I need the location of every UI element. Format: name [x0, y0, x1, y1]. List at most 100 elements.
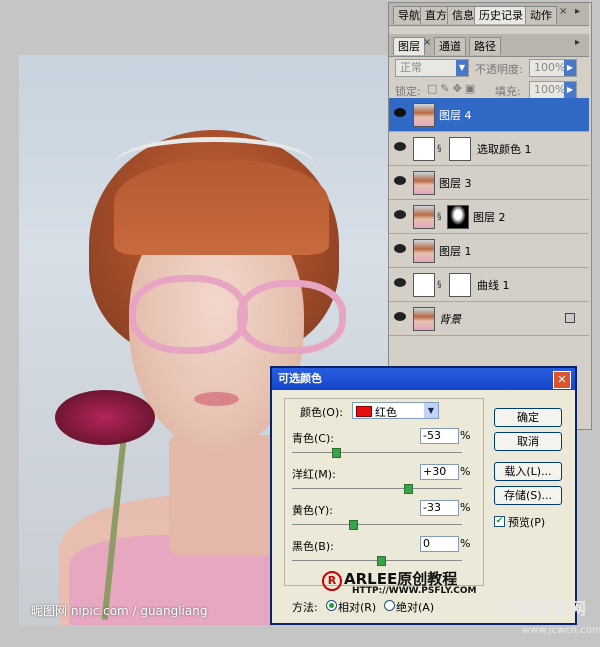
- layer-name: 图层 1: [439, 245, 472, 258]
- colors-dropdown[interactable]: 红色 ▼: [352, 402, 439, 419]
- cyan-slider-thumb[interactable]: [332, 448, 341, 458]
- tab-history[interactable]: 历史记录: [474, 6, 528, 24]
- photo-credit: 昵图网 nipic.com / guangliang: [31, 604, 208, 618]
- yellow-slider-thumb[interactable]: [349, 520, 358, 530]
- layer-thumbnail: [413, 239, 435, 263]
- ok-button[interactable]: 确定: [494, 408, 562, 427]
- magenta-slider-thumb[interactable]: [404, 484, 413, 494]
- red-swatch: [356, 406, 372, 417]
- layer-row-3[interactable]: 图层 3: [389, 166, 589, 200]
- layer-row-4[interactable]: 图层 4: [389, 98, 589, 132]
- layer-thumbnail: [413, 171, 435, 195]
- selective-color-dialog: 可选颜色 ✕ 颜色(O): 红色 ▼ 青色(C): -53 % 洋红(M): +…: [270, 366, 577, 625]
- photo-lips: [194, 392, 239, 406]
- magenta-label: 洋红(M):: [292, 468, 336, 481]
- close-icon[interactable]: ✕: [553, 371, 571, 389]
- history-tab-row: 导航 直方 信息 历史记录 动作 × ▸: [389, 3, 589, 26]
- layer-name: 选取颜色 1: [477, 143, 532, 156]
- magenta-input[interactable]: +30: [420, 464, 459, 480]
- eye-icon[interactable]: [394, 278, 406, 287]
- tab-paths[interactable]: 路径: [469, 37, 501, 55]
- tab-actions[interactable]: 动作: [525, 6, 557, 24]
- brand-url: HTTP://WWW.PSFLY.COM: [352, 586, 477, 596]
- layer-row-background[interactable]: 背景: [389, 302, 589, 336]
- absolute-label: 绝对(A): [396, 601, 435, 614]
- preview-checkbox[interactable]: ✔: [494, 516, 505, 527]
- dialog-title: 可选颜色: [272, 368, 575, 390]
- chain-link-icon: §: [437, 212, 442, 222]
- layer-thumbnail: [413, 205, 435, 229]
- preview-label: 预览(P): [508, 516, 546, 529]
- chevron-right-icon: ▶: [564, 82, 576, 98]
- layer-thumbnail: [413, 307, 435, 331]
- colors-value: 红色: [375, 406, 397, 419]
- site-watermark: 中国教程网: [498, 599, 589, 618]
- layers-tab-row: 图层 × 通道 路径 ▸: [389, 34, 589, 57]
- black-slider-thumb[interactable]: [377, 556, 386, 566]
- percent-label: %: [460, 501, 471, 514]
- blend-row: 正常 ▼ 不透明度: 100% ▶: [389, 57, 589, 79]
- blend-mode-dropdown[interactable]: 正常 ▼: [395, 59, 469, 77]
- eye-icon[interactable]: [394, 312, 406, 321]
- layer-mask-thumbnail: [449, 137, 471, 161]
- percent-label: %: [460, 429, 471, 442]
- close-icon[interactable]: ×: [423, 37, 431, 48]
- photo-glasses-left: [129, 275, 248, 354]
- eye-icon[interactable]: [394, 244, 406, 253]
- layer-name: 背景: [439, 313, 461, 326]
- chevron-down-icon: ▼: [456, 60, 468, 76]
- yellow-label: 黄色(Y):: [292, 504, 334, 517]
- opacity-field[interactable]: 100% ▶: [529, 59, 577, 77]
- black-input[interactable]: 0: [420, 536, 459, 552]
- layer-mask-thumbnail: [447, 205, 469, 229]
- chevron-right-icon: ▶: [564, 60, 576, 76]
- yellow-input[interactable]: -33: [420, 500, 459, 516]
- chain-link-icon: §: [437, 280, 442, 290]
- panel-menu-icon[interactable]: ▸: [575, 6, 580, 17]
- eye-icon[interactable]: [394, 142, 406, 151]
- panel-menu-icon[interactable]: ▸: [575, 37, 580, 48]
- yellow-slider[interactable]: [292, 524, 462, 525]
- layer-name: 图层 4: [439, 109, 472, 122]
- tab-channels[interactable]: 通道: [434, 37, 466, 55]
- layer-row-selective-color[interactable]: § 选取颜色 1: [389, 132, 589, 166]
- chevron-down-icon: ▼: [424, 403, 438, 418]
- layer-row-1[interactable]: 图层 1: [389, 234, 589, 268]
- save-button[interactable]: 存储(S)...: [494, 486, 562, 505]
- site-watermark-url: www.jcwcn.com: [522, 625, 600, 636]
- layer-name: 图层 3: [439, 177, 472, 190]
- tab-layers[interactable]: 图层: [393, 37, 425, 55]
- colors-label: 颜色(O):: [300, 406, 343, 419]
- layer-thumbnail: [413, 103, 435, 127]
- load-button[interactable]: 载入(L)...: [494, 462, 562, 481]
- chain-link-icon: §: [437, 144, 442, 154]
- layer-name: 图层 2: [473, 211, 506, 224]
- opacity-label: 不透明度:: [475, 63, 523, 76]
- percent-label: %: [460, 537, 471, 550]
- magenta-slider[interactable]: [292, 488, 462, 489]
- relative-radio[interactable]: [326, 600, 337, 611]
- photo-flower: [55, 390, 155, 445]
- eye-icon[interactable]: [394, 108, 406, 117]
- relative-label: 相对(R): [338, 601, 377, 614]
- photo-glasses-right: [237, 280, 346, 354]
- eye-icon[interactable]: [394, 176, 406, 185]
- layer-name: 曲线 1: [477, 279, 510, 292]
- layer-mask-thumbnail: [449, 273, 471, 297]
- layer-row-2[interactable]: § 图层 2: [389, 200, 589, 234]
- method-label: 方法:: [292, 601, 318, 614]
- fill-label: 填充:: [495, 85, 521, 98]
- cancel-button[interactable]: 取消: [494, 432, 562, 451]
- lock-icons[interactable]: □✎✥▣: [427, 82, 478, 95]
- cyan-slider[interactable]: [292, 452, 462, 453]
- curves-icon: [413, 273, 435, 297]
- layer-list: 图层 4 § 选取颜色 1 图层 3 § 图层 2 图层 1 § 曲线 1 背景: [389, 98, 589, 336]
- cyan-input[interactable]: -53: [420, 428, 459, 444]
- absolute-radio[interactable]: [384, 600, 395, 611]
- fill-field[interactable]: 100% ▶: [529, 81, 577, 99]
- lock-label: 锁定:: [395, 85, 421, 98]
- eye-icon[interactable]: [394, 210, 406, 219]
- close-icon[interactable]: ×: [559, 6, 567, 17]
- layer-row-curves[interactable]: § 曲线 1: [389, 268, 589, 302]
- fill-value: 100%: [534, 83, 566, 96]
